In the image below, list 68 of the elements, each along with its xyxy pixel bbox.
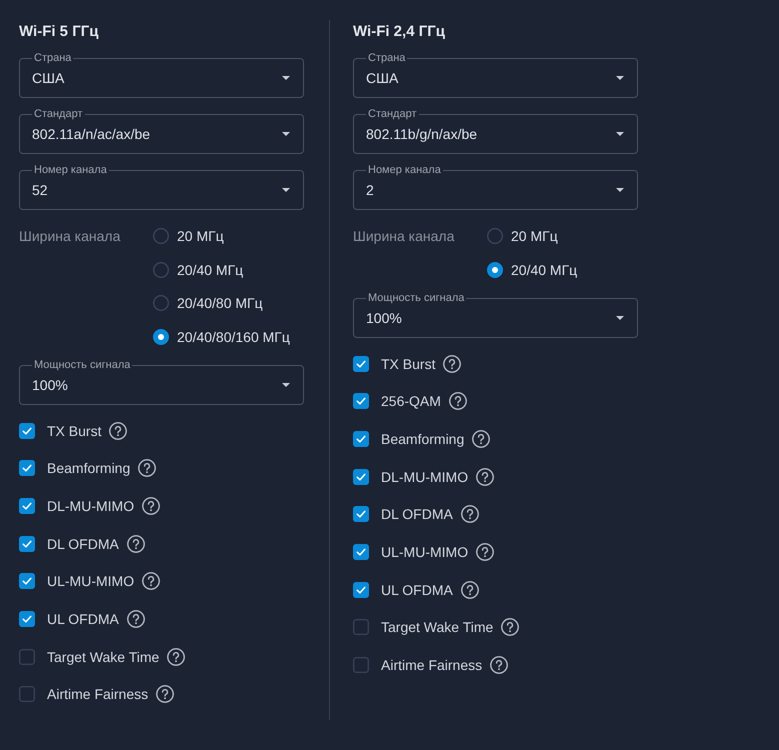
radio-option[interactable]: 20 МГц xyxy=(487,226,558,246)
caret-icon xyxy=(616,316,624,320)
radio-option[interactable]: 20/40 МГц xyxy=(487,260,578,280)
checkbox-option[interactable]: Airtime Fairness xyxy=(353,655,482,675)
help-icon[interactable] xyxy=(142,572,160,590)
caret-icon xyxy=(282,382,290,386)
checkbox-option[interactable]: UL-MU-MIMO xyxy=(353,542,468,562)
checkbox-option[interactable]: Target Wake Time xyxy=(353,617,494,638)
field-label: Номер канала xyxy=(33,164,108,177)
caret-icon xyxy=(282,188,290,192)
radio-group-label: Ширина канала xyxy=(353,227,456,246)
help-icon[interactable] xyxy=(126,610,145,628)
checkbox-option[interactable]: UL OFDMA xyxy=(19,608,119,629)
help-icon[interactable] xyxy=(472,430,490,448)
checkbox-option[interactable]: DL OFDMA xyxy=(19,534,119,554)
field-label: Номер канала xyxy=(367,164,442,177)
dropdown-field[interactable]: Страна США xyxy=(19,52,304,98)
help-icon[interactable] xyxy=(126,534,145,553)
checkbox-option[interactable]: Target Wake Time xyxy=(19,646,160,667)
help-icon[interactable] xyxy=(460,580,479,599)
dropdown-field[interactable]: Стандарт 802.11b/g/n/ax/be xyxy=(353,108,638,154)
checkbox-option[interactable]: DL-MU-MIMO xyxy=(353,466,468,487)
radio-group-label: Ширина канала xyxy=(19,227,122,246)
checkbox-option[interactable]: Beamforming xyxy=(353,428,464,449)
dropdown-field[interactable]: Мощность сигнала 100% xyxy=(353,292,638,338)
checkbox-option[interactable]: Beamforming xyxy=(19,458,130,478)
caret-icon xyxy=(282,132,290,136)
caret-icon xyxy=(616,188,624,192)
help-icon[interactable] xyxy=(501,618,520,636)
help-icon[interactable] xyxy=(476,542,494,561)
help-icon[interactable] xyxy=(460,505,479,524)
help-icon[interactable] xyxy=(156,685,174,704)
field-label: Страна xyxy=(367,52,406,65)
field-label: Стандарт xyxy=(33,108,84,121)
section-title: Wi-Fi 5 ГГц xyxy=(19,22,98,42)
radio-option[interactable]: 20 МГц xyxy=(153,226,224,246)
checkbox-option[interactable]: TX Burst xyxy=(19,420,102,440)
help-icon[interactable] xyxy=(448,392,467,410)
dropdown-field[interactable]: Номер канала 2 xyxy=(353,164,638,210)
field-label: Страна xyxy=(33,52,72,65)
help-icon[interactable] xyxy=(138,459,156,478)
help-icon[interactable] xyxy=(167,648,186,666)
checkbox-option[interactable]: TX Burst xyxy=(353,354,436,374)
checkbox-option[interactable]: DL OFDMA xyxy=(353,504,453,524)
caret-icon xyxy=(282,76,290,80)
checkbox-option[interactable]: 256-QAM xyxy=(353,391,441,412)
field-label: Мощность сигнала xyxy=(367,292,466,304)
checkbox-option[interactable]: UL-MU-MIMO xyxy=(19,571,134,592)
dropdown-field[interactable]: Стандарт 802.11a/n/ac/ax/be xyxy=(19,108,304,154)
dropdown-field[interactable]: Мощность сигнала 100% xyxy=(19,358,304,404)
radio-option[interactable]: 20/40/80 МГц xyxy=(153,293,263,313)
field-label: Мощность сигнала xyxy=(33,358,132,372)
radio-option[interactable]: 20/40 МГц xyxy=(153,260,244,280)
help-icon[interactable] xyxy=(443,354,462,372)
caret-icon xyxy=(616,76,624,80)
help-icon[interactable] xyxy=(476,468,494,486)
caret-icon xyxy=(616,132,624,136)
radio-option[interactable]: 20/40/80/160 МГц xyxy=(153,326,290,346)
checkbox-option[interactable]: UL OFDMA xyxy=(353,580,453,600)
checkbox-option[interactable]: DL-MU-MIMO xyxy=(19,496,134,516)
dropdown-field[interactable]: Страна США xyxy=(353,52,638,98)
help-icon[interactable] xyxy=(490,656,508,674)
dropdown-field[interactable]: Номер канала 52 xyxy=(19,164,304,210)
help-icon[interactable] xyxy=(142,496,160,515)
checkbox-option[interactable]: Airtime Fairness xyxy=(19,684,148,704)
section-title: Wi-Fi 2,4 ГГц xyxy=(353,22,445,42)
help-icon[interactable] xyxy=(109,422,128,440)
field-label: Стандарт xyxy=(367,108,418,121)
